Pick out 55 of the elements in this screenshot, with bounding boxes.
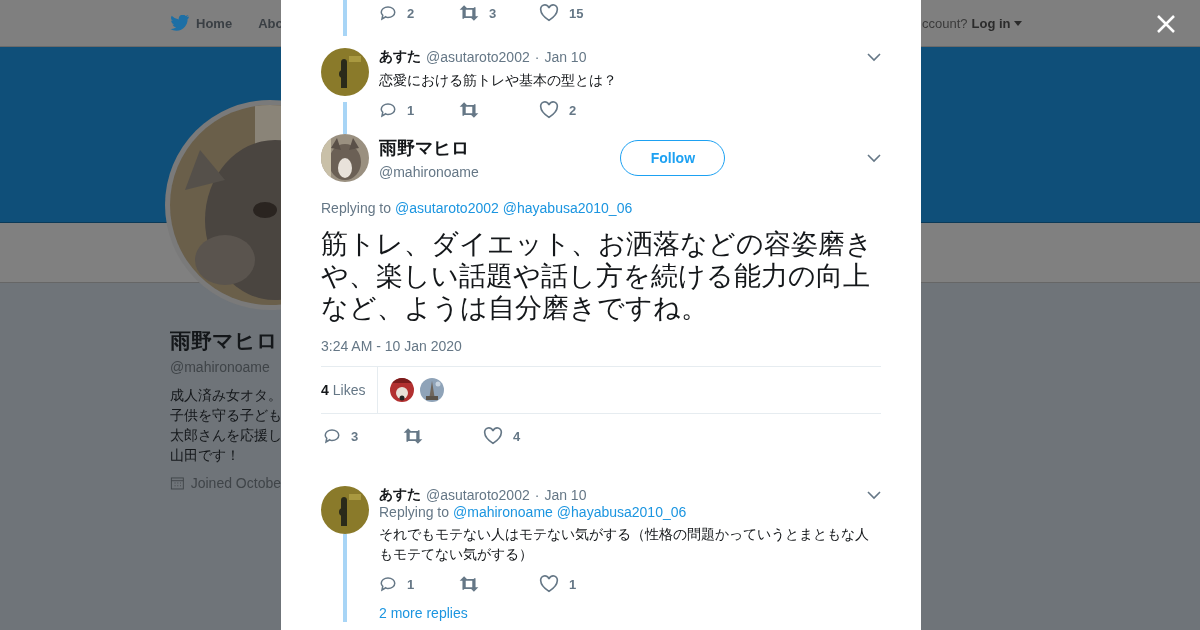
- calendar-icon: [170, 475, 185, 491]
- profile-name: 雨野マヒロ: [170, 328, 279, 354]
- account-prompt: ccount?: [922, 16, 968, 31]
- nav-link[interactable]: Home: [170, 15, 233, 31]
- reply-icon[interactable]: [379, 101, 397, 119]
- retweet-icon[interactable]: [403, 427, 423, 445]
- retweet-icon[interactable]: [459, 575, 479, 593]
- retweet-icon[interactable]: [459, 4, 479, 22]
- user-handle[interactable]: @mahironoame: [379, 164, 479, 180]
- profile-bio: 成人済み女オタ。 子供を守る子ども 太郎さんを応援し 山田です！: [170, 386, 281, 465]
- reply-count: 2: [407, 5, 415, 21]
- like-count: 4: [513, 428, 521, 444]
- like-count: 2: [569, 102, 577, 118]
- reply-count: 3: [351, 428, 359, 444]
- reply-icon[interactable]: [379, 575, 397, 593]
- like-count: 1: [569, 576, 577, 592]
- tweet-date[interactable]: Jan 10: [544, 487, 587, 503]
- reply-icon[interactable]: [323, 427, 341, 445]
- caret-icon: [1013, 21, 1022, 26]
- mention-link[interactable]: @mahironoame: [453, 504, 553, 520]
- user-name[interactable]: 雨野マヒロ: [379, 136, 479, 160]
- mention-link[interactable]: @hayabusa2010_06: [502, 200, 633, 216]
- reply-count: 1: [407, 102, 415, 118]
- heart-icon[interactable]: [483, 427, 503, 445]
- tweet-time: 3:24 AM - 10 Jan 2020: [321, 338, 463, 354]
- reply-count: 1: [407, 576, 415, 592]
- separator-dot: ·: [534, 487, 540, 503]
- chevron-icon[interactable]: [867, 153, 881, 163]
- user-name[interactable]: あすた: [379, 48, 421, 66]
- replying-label: Replying to: [379, 504, 450, 520]
- login-link[interactable]: Log in: [971, 16, 1022, 31]
- tweet-text: 筋トレ、ダイエット、お洒落などの容姿磨きや、楽しい話題や話し方を続ける能力の向上など、ようは自分磨きですね。: [321, 228, 874, 324]
- separator-dot: ·: [534, 49, 540, 65]
- heart-icon[interactable]: [539, 4, 559, 22]
- follow-button[interactable]: Follow: [620, 140, 726, 176]
- mention-link[interactable]: @asutaroto2002: [395, 200, 499, 216]
- user-name[interactable]: あすた: [379, 486, 421, 504]
- tweet-text: それでもモテない人はモテない気がする（性格の問題かっていうとまともな人もモテてない気がする）: [379, 525, 870, 564]
- likes-stat[interactable]: 4 Likes: [321, 367, 379, 413]
- bird-icon: [170, 15, 190, 31]
- retweet-icon[interactable]: [459, 101, 479, 119]
- mention-link[interactable]: @hayabusa2010_06: [556, 504, 687, 520]
- retweet-count: 3: [489, 5, 497, 21]
- tweet-date[interactable]: Jan 10: [544, 49, 587, 65]
- like-count: 15: [569, 5, 584, 21]
- chevron-icon[interactable]: [867, 490, 881, 500]
- more-replies-link[interactable]: 2 more replies: [379, 605, 468, 621]
- user-handle[interactable]: @asutaroto2002: [426, 49, 530, 65]
- heart-icon[interactable]: [539, 575, 559, 593]
- replying-label: Replying to: [321, 200, 392, 216]
- user-handle[interactable]: @asutaroto2002: [426, 487, 530, 503]
- chevron-icon[interactable]: [867, 52, 881, 62]
- heart-icon[interactable]: [539, 101, 559, 119]
- reply-icon[interactable]: [379, 4, 397, 22]
- tweet-text: 恋愛における筋トレや基本の型とは？: [379, 71, 618, 90]
